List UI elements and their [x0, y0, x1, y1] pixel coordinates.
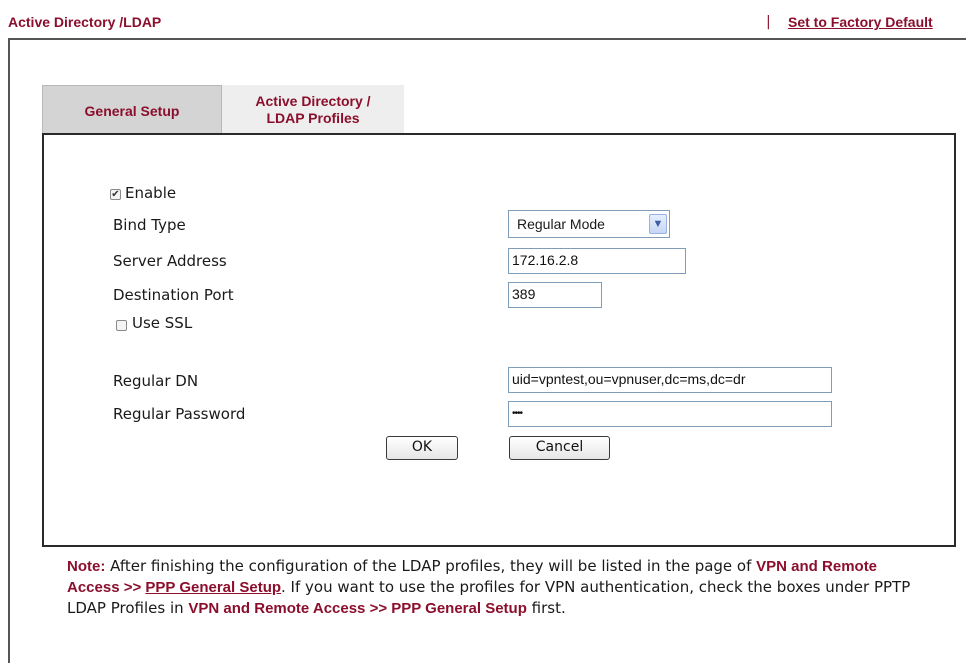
enable-label: Enable: [125, 184, 177, 202]
cancel-button[interactable]: Cancel: [509, 436, 610, 460]
bind-type-select[interactable]: Regular Mode ▼: [508, 210, 670, 238]
server-address-input[interactable]: 172.16.2.8: [508, 248, 686, 274]
note-prefix: Note:: [67, 558, 106, 575]
chevron-down-icon[interactable]: ▼: [649, 214, 667, 234]
enable-checkbox[interactable]: ✔: [110, 189, 121, 200]
tab-general-setup-label: General Setup: [84, 102, 180, 119]
page-title: Active Directory /LDAP: [8, 14, 162, 30]
note-link-vpn-ppp-general-setup[interactable]: VPN and Remote Access >> PPP General Set…: [188, 600, 526, 617]
use-ssl-label: Use SSL: [132, 314, 193, 332]
regular-password-input[interactable]: ••••: [508, 401, 832, 427]
server-address-label: Server Address: [113, 252, 227, 270]
set-factory-default-link[interactable]: Set to Factory Default: [788, 14, 933, 30]
regular-dn-label: Regular DN: [113, 372, 199, 390]
bind-type-value: Regular Mode: [517, 216, 605, 232]
destination-port-label: Destination Port: [113, 286, 234, 304]
header-rule: [8, 38, 966, 40]
regular-password-label: Regular Password: [113, 405, 246, 423]
destination-port-input[interactable]: 389: [508, 282, 602, 308]
use-ssl-checkbox[interactable]: [116, 320, 127, 331]
note-text-part1: After finishing the configuration of the…: [105, 557, 757, 575]
tab-ldap-profiles-label-line2: LDAP Profiles: [266, 110, 360, 126]
ok-button[interactable]: OK: [386, 436, 458, 460]
regular-dn-input[interactable]: uid=vpntest,ou=vpnuser,dc=ms,dc=dr: [508, 367, 832, 393]
left-rule: [8, 38, 10, 663]
tab-ldap-profiles[interactable]: Active Directory / LDAP Profiles: [222, 85, 404, 135]
note-link-ppp-general-setup[interactable]: PPP General Setup: [145, 579, 281, 596]
title-separator: |: [766, 14, 771, 30]
tab-general-setup[interactable]: General Setup: [42, 85, 222, 135]
tab-ldap-profiles-label-line1: Active Directory /: [255, 93, 371, 109]
bind-type-label: Bind Type: [113, 216, 186, 234]
note-text: Note: After finishing the configuration …: [67, 556, 927, 619]
note-text-part3: first.: [526, 599, 566, 617]
general-setup-panel: [42, 133, 956, 547]
